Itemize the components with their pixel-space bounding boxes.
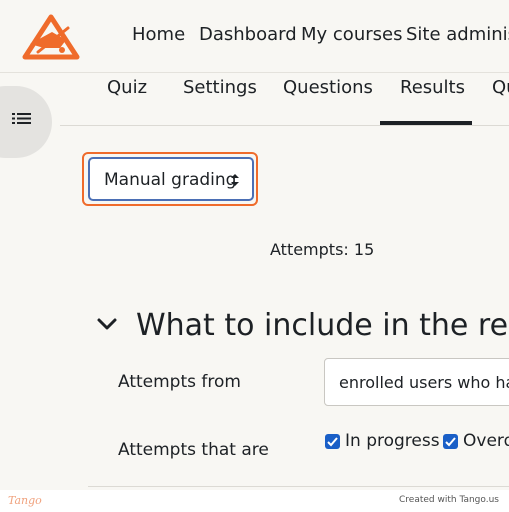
nav-dashboard[interactable]: Dashboard bbox=[199, 24, 297, 45]
section-divider bbox=[88, 486, 509, 487]
tab-results[interactable]: Results bbox=[400, 77, 465, 98]
site-logo[interactable] bbox=[22, 14, 80, 60]
attempts-count: Attempts: 15 bbox=[270, 240, 375, 259]
report-type-value: Manual grading bbox=[104, 170, 237, 190]
overdue-label[interactable]: Overdue bbox=[463, 431, 509, 451]
report-type-select[interactable]: Manual grading bbox=[88, 157, 254, 201]
select-arrows-icon bbox=[231, 174, 239, 186]
attempts-from-select[interactable]: enrolled users who have attempted the qu… bbox=[324, 358, 509, 406]
attempts-from-value: enrolled users who have attempted the qu… bbox=[339, 373, 509, 392]
nav-my-courses[interactable]: My courses bbox=[301, 24, 402, 45]
course-index-toggle[interactable] bbox=[0, 86, 52, 158]
in-progress-checkbox[interactable] bbox=[325, 434, 340, 449]
page: Home Dashboard My courses Site administr… bbox=[0, 0, 509, 512]
tango-logo: Tango bbox=[8, 494, 42, 507]
overdue-checkbox[interactable] bbox=[443, 434, 458, 449]
nav-site-administration[interactable]: Site administration bbox=[406, 24, 509, 45]
attempts-that-are-label: Attempts that are bbox=[118, 440, 269, 460]
list-icon bbox=[12, 113, 31, 124]
top-navbar: Home Dashboard My courses Site administr… bbox=[0, 0, 509, 73]
tab-settings[interactable]: Settings bbox=[183, 77, 257, 98]
active-tab-indicator bbox=[380, 121, 472, 125]
tango-credit: Created with Tango.us bbox=[399, 495, 499, 505]
tango-footer: Tango Created with Tango.us bbox=[0, 490, 509, 512]
tab-quiz[interactable]: Quiz bbox=[107, 77, 147, 98]
check-icon bbox=[445, 437, 456, 447]
chevron-down-icon[interactable] bbox=[96, 316, 118, 332]
attempts-from-label: Attempts from bbox=[118, 372, 241, 392]
section-title[interactable]: What to include in the report bbox=[136, 308, 509, 343]
in-progress-label[interactable]: In progress bbox=[345, 431, 440, 451]
check-icon bbox=[327, 437, 338, 447]
tab-question-bank[interactable]: Question bank bbox=[492, 77, 509, 98]
secondary-navigation: Quiz Settings Questions Results Question… bbox=[60, 73, 509, 126]
tab-questions[interactable]: Questions bbox=[283, 77, 373, 98]
nav-home[interactable]: Home bbox=[132, 24, 185, 45]
